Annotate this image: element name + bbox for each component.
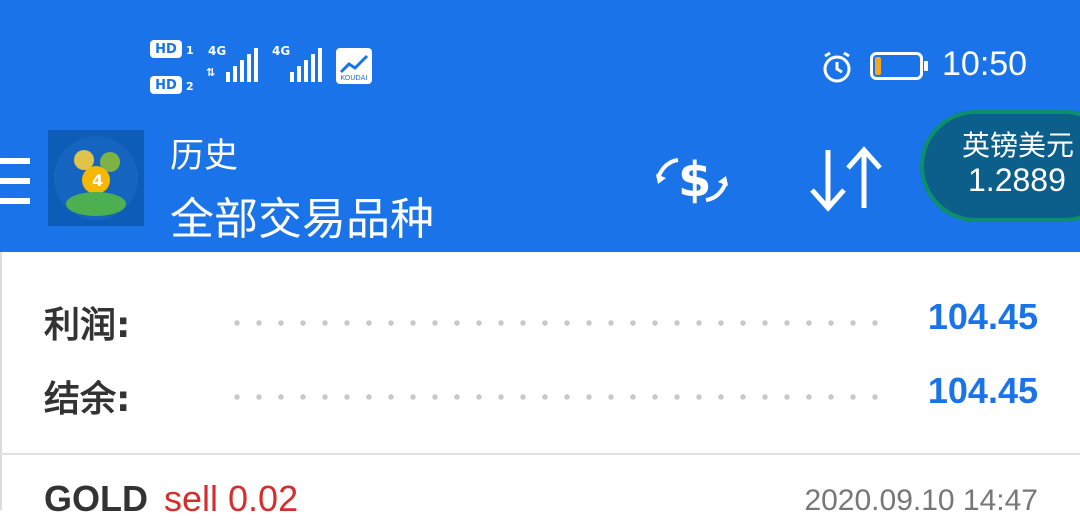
currency-exchange-icon[interactable]: $ [652,148,732,212]
trade-time: 2020.09.10 14:47 [804,484,1038,517]
ticker-price: 1.2889 [968,162,1066,198]
koudai-app-label: KOUDAI [340,74,368,82]
metatrader-logo: 4 [48,130,144,226]
balance-label: 结余: [44,379,131,420]
balance-leader-dots [226,394,886,400]
ticker-symbol: 英镑美元 [962,129,1075,162]
menu-button[interactable] [0,158,30,204]
signal-strength-icon-2 [290,48,322,82]
sort-icon[interactable] [806,146,886,212]
trade-type: sell 0.02 [164,478,299,519]
status-bar: HD 1 HD 2 4G ⇅ 4G KOUDAI 10:50 [0,0,1080,110]
profit-label: 利润: [44,305,131,346]
trade-symbol: GOLD [44,478,148,519]
hd-badge-2-sub: 2 [186,80,194,93]
content-border [0,252,2,510]
alarm-icon [820,50,854,84]
network-type-1: 4G [208,44,227,58]
balance-value: 104.45 [927,370,1038,411]
profit-leader-dots [226,320,886,326]
profit-value: 104.45 [927,296,1038,337]
hd-badge-1-sub: 1 [186,44,194,57]
battery-icon [870,52,928,80]
clock: 10:50 [942,45,1028,83]
hd-badge-1: HD [150,40,182,58]
hd-badge-2: HD [150,76,182,94]
data-arrows-icon: ⇅ [206,66,216,79]
signal-strength-icon-1 [226,48,258,82]
divider [0,453,1080,455]
koudai-app-icon: KOUDAI [336,48,372,84]
network-type-2: 4G [272,44,291,58]
page-title: 历史 [170,136,238,176]
svg-text:4: 4 [92,171,103,190]
symbol-filter[interactable]: 全部交易品种 [170,183,434,247]
